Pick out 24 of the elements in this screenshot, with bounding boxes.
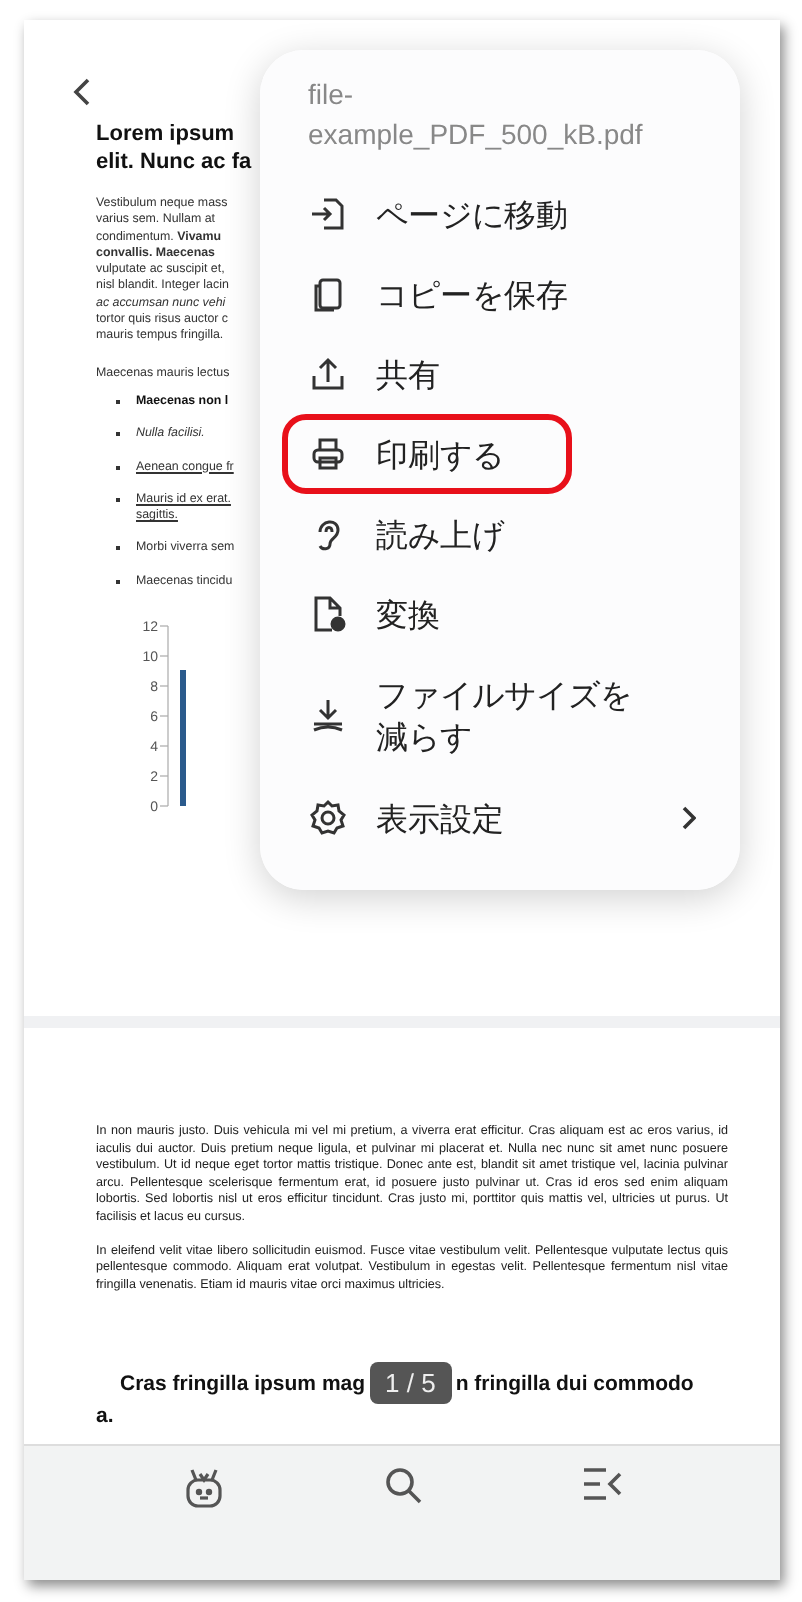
printer-icon <box>308 434 348 474</box>
document-heading: Lorem ipsum elit. Nunc ac fa <box>96 120 254 176</box>
back-icon[interactable] <box>72 76 92 108</box>
menu-item[interactable]: ファイルサイズを減らす <box>282 654 722 778</box>
document-heading: Cras fringilla ipsum mag <box>120 1371 366 1396</box>
file-name: file-example_PDF_500_kB.pdf <box>308 76 638 154</box>
share-icon <box>308 354 348 394</box>
settings-icon <box>308 798 348 838</box>
menu-item[interactable]: 変換 <box>282 574 722 654</box>
search-icon[interactable] <box>383 1466 424 1506</box>
document-heading: a. <box>96 1404 116 1429</box>
chart-bar <box>180 670 186 807</box>
menu-item[interactable]: 印刷する <box>282 414 572 494</box>
menu-item[interactable]: 共有 <box>282 334 722 414</box>
menu-item[interactable]: 表示設定 <box>282 778 722 858</box>
download-icon <box>308 696 348 736</box>
robot-icon[interactable] <box>182 1466 227 1510</box>
menu-item[interactable]: 読み上げ <box>282 494 722 574</box>
enter-icon <box>308 194 348 234</box>
menu-item[interactable]: コピーを保存 <box>282 254 722 334</box>
page-indicator: 1 / 5 <box>369 1362 452 1405</box>
menu-collapse-icon[interactable] <box>581 1466 622 1502</box>
document-heading: n fringilla dui commodo <box>455 1371 694 1396</box>
menu-item[interactable]: ページに移動 <box>282 174 722 254</box>
